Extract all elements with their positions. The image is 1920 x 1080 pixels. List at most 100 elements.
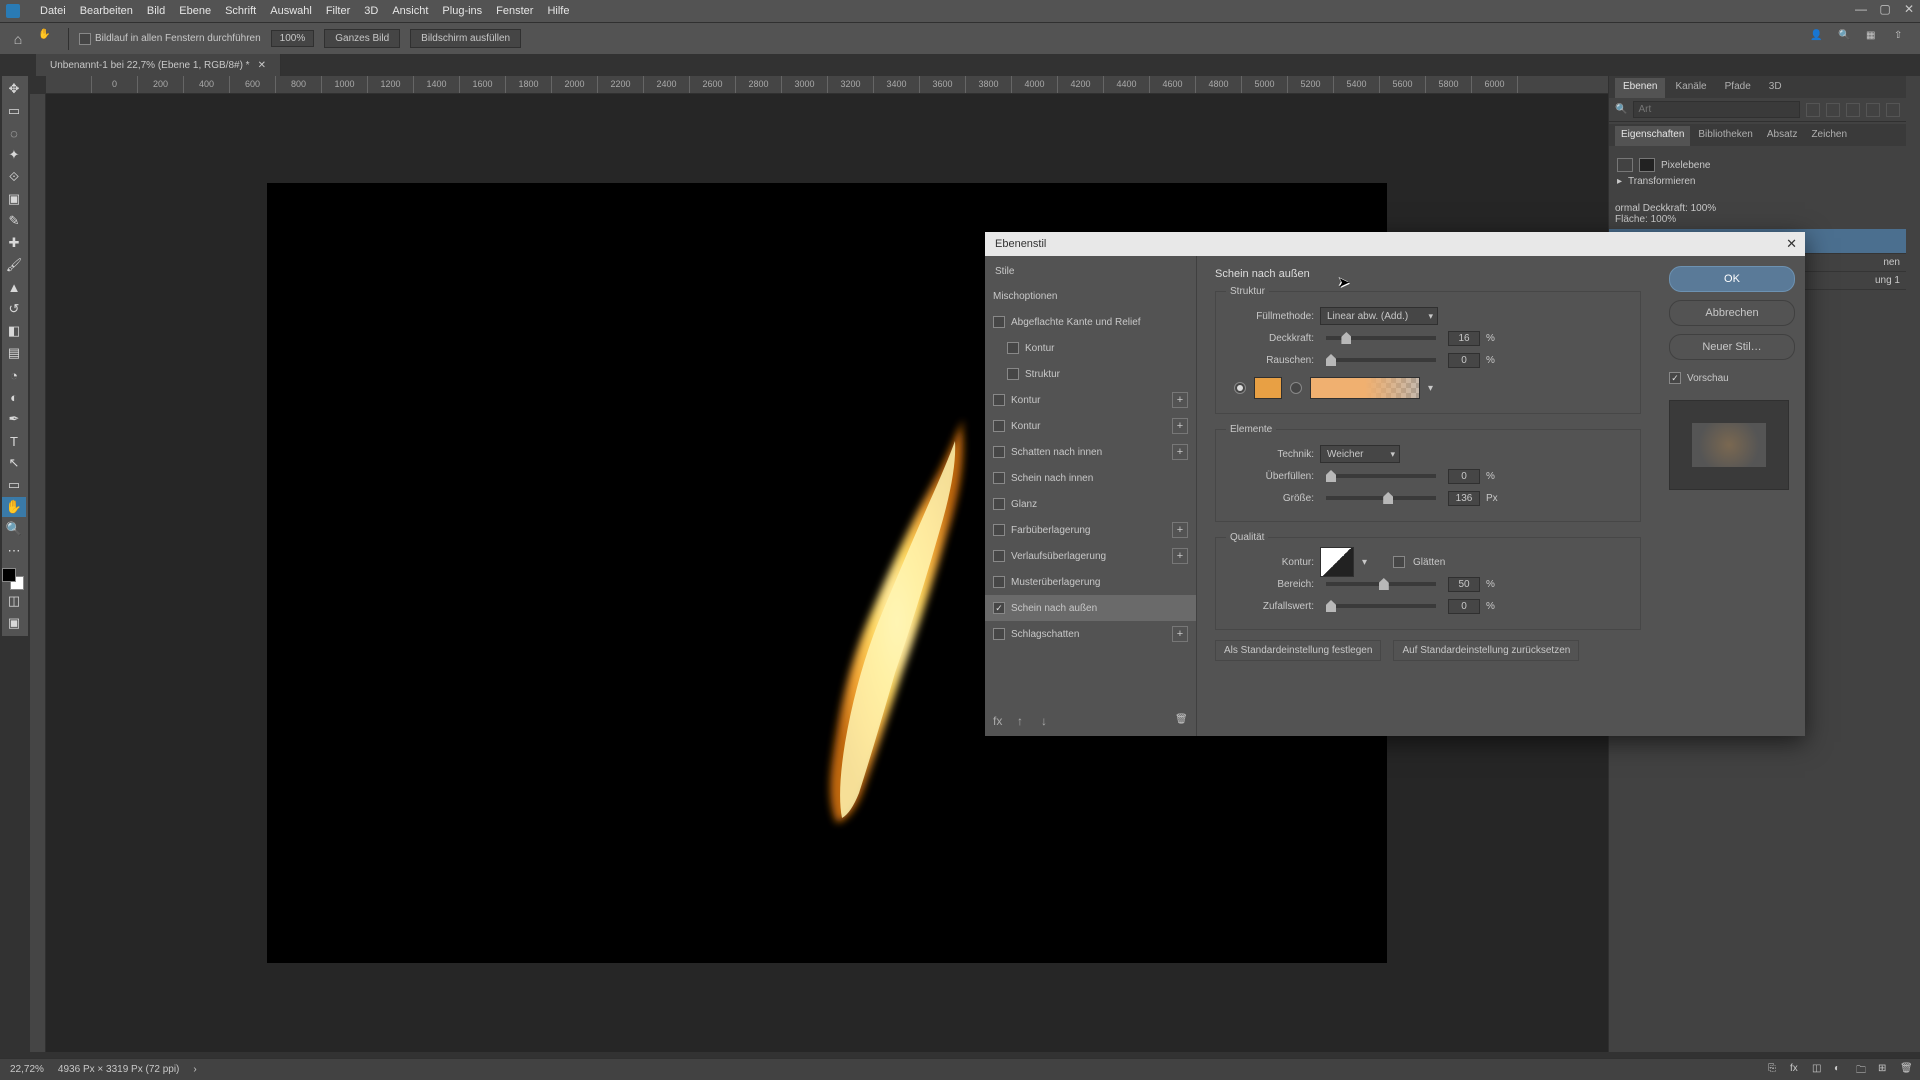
satin-row[interactable]: Glanz bbox=[985, 491, 1196, 517]
add-stroke-icon[interactable]: + bbox=[1172, 392, 1188, 408]
frame-tool-icon[interactable]: ▣ bbox=[2, 189, 26, 209]
fill-val-partial[interactable]: 100% bbox=[1651, 214, 1677, 225]
drop-shadow-row[interactable]: Schlagschatten + bbox=[985, 621, 1196, 647]
new-layer-icon[interactable]: ⊞ bbox=[1878, 1063, 1892, 1077]
fx-footer-icon[interactable]: fx bbox=[993, 714, 1007, 728]
zoom-tool-icon[interactable]: 🔍 bbox=[2, 519, 26, 539]
blending-options-row[interactable]: Mischoptionen bbox=[985, 283, 1196, 309]
close-tab-icon[interactable]: ✕ bbox=[258, 60, 266, 71]
fx-icon[interactable]: fx bbox=[1790, 1063, 1804, 1077]
opacity-value[interactable]: 16 bbox=[1448, 331, 1480, 346]
ok-button[interactable]: OK bbox=[1669, 266, 1795, 292]
gradient-radio[interactable] bbox=[1290, 382, 1302, 394]
inner-shadow-checkbox[interactable] bbox=[993, 446, 1005, 458]
pattern-overlay-row[interactable]: Musterüberlagerung bbox=[985, 569, 1196, 595]
bevel-texture-checkbox[interactable] bbox=[1007, 368, 1019, 380]
dodge-tool-icon[interactable]: ◐ bbox=[2, 387, 26, 407]
add-drop-shadow-icon[interactable]: + bbox=[1172, 626, 1188, 642]
quickmask-icon[interactable]: ◫ bbox=[2, 591, 26, 611]
fit-screen-button[interactable]: Ganzes Bild bbox=[324, 29, 400, 48]
spread-value[interactable]: 0 bbox=[1448, 469, 1480, 484]
add-inner-shadow-icon[interactable]: + bbox=[1172, 444, 1188, 460]
inner-glow-checkbox[interactable] bbox=[993, 472, 1005, 484]
size-value[interactable]: 136 bbox=[1448, 491, 1480, 506]
menu-layer[interactable]: Ebene bbox=[179, 5, 211, 17]
contour-picker[interactable] bbox=[1320, 547, 1354, 577]
foreground-color-swatch[interactable] bbox=[2, 568, 16, 582]
document-tab[interactable]: Unbenannt-1 bei 22,7% (Ebene 1, RGB/8#) … bbox=[36, 54, 281, 76]
path-tool-icon[interactable]: ↖ bbox=[2, 453, 26, 473]
heal-tool-icon[interactable]: ✚ bbox=[2, 233, 26, 253]
type-tool-icon[interactable]: T bbox=[2, 431, 26, 451]
minimize-icon[interactable]: — bbox=[1854, 2, 1868, 16]
fill-screen-button[interactable]: Bildschirm ausfüllen bbox=[410, 29, 521, 48]
status-zoom[interactable]: 22,72% bbox=[10, 1064, 44, 1075]
bevel-contour-row[interactable]: Kontur bbox=[985, 335, 1196, 361]
scroll-all-windows-checkbox[interactable] bbox=[79, 33, 91, 45]
tab-paths[interactable]: Pfade bbox=[1717, 78, 1759, 98]
dialog-titlebar[interactable]: Ebenenstil ✕ bbox=[985, 232, 1805, 256]
zoom-100-button[interactable]: 100% bbox=[271, 30, 315, 47]
share-icon[interactable]: ⇧ bbox=[1894, 30, 1912, 48]
tab-layers[interactable]: Ebenen bbox=[1615, 78, 1665, 98]
glow-gradient-picker[interactable] bbox=[1310, 377, 1420, 399]
opacity-slider[interactable] bbox=[1326, 336, 1436, 340]
close-window-icon[interactable]: ✕ bbox=[1902, 2, 1916, 16]
status-chevron-icon[interactable]: › bbox=[193, 1064, 196, 1075]
menu-help[interactable]: Hilfe bbox=[547, 5, 569, 17]
eraser-tool-icon[interactable]: ◧ bbox=[2, 321, 26, 341]
blur-tool-icon[interactable]: ◔ bbox=[2, 365, 26, 385]
gradient-overlay-checkbox[interactable] bbox=[993, 550, 1005, 562]
lasso-tool-icon[interactable]: ◌ bbox=[2, 123, 26, 143]
maximize-icon[interactable]: ▢ bbox=[1878, 2, 1892, 16]
move-down-icon[interactable]: ↓ bbox=[1041, 714, 1055, 728]
filter-type-icon[interactable] bbox=[1846, 103, 1860, 117]
tab-channels[interactable]: Kanäle bbox=[1667, 78, 1714, 98]
stroke-row-1[interactable]: Kontur + bbox=[985, 387, 1196, 413]
bevel-contour-checkbox[interactable] bbox=[1007, 342, 1019, 354]
tab-paragraph[interactable]: Absatz bbox=[1761, 126, 1804, 146]
filter-smart-icon[interactable] bbox=[1886, 103, 1900, 117]
layer-filter-input[interactable] bbox=[1633, 101, 1800, 118]
inner-shadow-row[interactable]: Schatten nach innen + bbox=[985, 439, 1196, 465]
gradient-tool-icon[interactable]: ▤ bbox=[2, 343, 26, 363]
range-slider[interactable] bbox=[1326, 582, 1436, 586]
reset-default-button[interactable]: Auf Standardeinstellung zurücksetzen bbox=[1393, 640, 1579, 661]
make-default-button[interactable]: Als Standardeinstellung festlegen bbox=[1215, 640, 1381, 661]
status-docinfo[interactable]: 4936 Px × 3319 Px (72 ppi) bbox=[58, 1064, 179, 1075]
size-slider[interactable] bbox=[1326, 496, 1436, 500]
stroke-checkbox-2[interactable] bbox=[993, 420, 1005, 432]
move-up-icon[interactable]: ↑ bbox=[1017, 714, 1031, 728]
menu-type[interactable]: Schrift bbox=[225, 5, 256, 17]
blend-mode-partial[interactable]: ormal bbox=[1615, 203, 1640, 214]
cancel-button[interactable]: Abbrechen bbox=[1669, 300, 1795, 326]
tab-properties[interactable]: Eigenschaften bbox=[1615, 126, 1690, 146]
contour-dropdown-icon[interactable]: ▾ bbox=[1362, 557, 1367, 568]
menu-3d[interactable]: 3D bbox=[364, 5, 378, 17]
menu-file[interactable]: Datei bbox=[40, 5, 66, 17]
edit-toolbar-icon[interactable]: ⋯ bbox=[2, 541, 26, 561]
hand-tool-icon2[interactable]: ✋ bbox=[2, 497, 26, 517]
add-color-overlay-icon[interactable]: + bbox=[1172, 522, 1188, 538]
screenmode-icon[interactable]: ▣ bbox=[2, 613, 26, 633]
outer-glow-checkbox[interactable] bbox=[993, 602, 1005, 614]
group-icon[interactable]: 🗀 bbox=[1856, 1063, 1870, 1077]
tab-character[interactable]: Zeichen bbox=[1805, 126, 1853, 146]
hand-tool-icon[interactable]: ✋ bbox=[38, 29, 58, 49]
pen-tool-icon[interactable]: ✒ bbox=[2, 409, 26, 429]
search-icon[interactable]: 🔍 bbox=[1838, 30, 1856, 48]
menu-plugins[interactable]: Plug-ins bbox=[442, 5, 482, 17]
home-icon[interactable]: ⌂ bbox=[8, 29, 28, 49]
spread-slider[interactable] bbox=[1326, 474, 1436, 478]
antialias-checkbox[interactable] bbox=[1393, 556, 1405, 568]
expand-icon[interactable]: ▸ bbox=[1617, 176, 1622, 187]
preview-checkbox[interactable] bbox=[1669, 372, 1681, 384]
blendmode-dropdown[interactable]: Linear abw. (Add.) bbox=[1320, 307, 1438, 325]
menu-image[interactable]: Bild bbox=[147, 5, 165, 17]
stroke-checkbox-1[interactable] bbox=[993, 394, 1005, 406]
shape-tool-icon[interactable]: ▭ bbox=[2, 475, 26, 495]
jitter-value[interactable]: 0 bbox=[1448, 599, 1480, 614]
tab-libraries[interactable]: Bibliotheken bbox=[1692, 126, 1758, 146]
noise-value[interactable]: 0 bbox=[1448, 353, 1480, 368]
satin-checkbox[interactable] bbox=[993, 498, 1005, 510]
